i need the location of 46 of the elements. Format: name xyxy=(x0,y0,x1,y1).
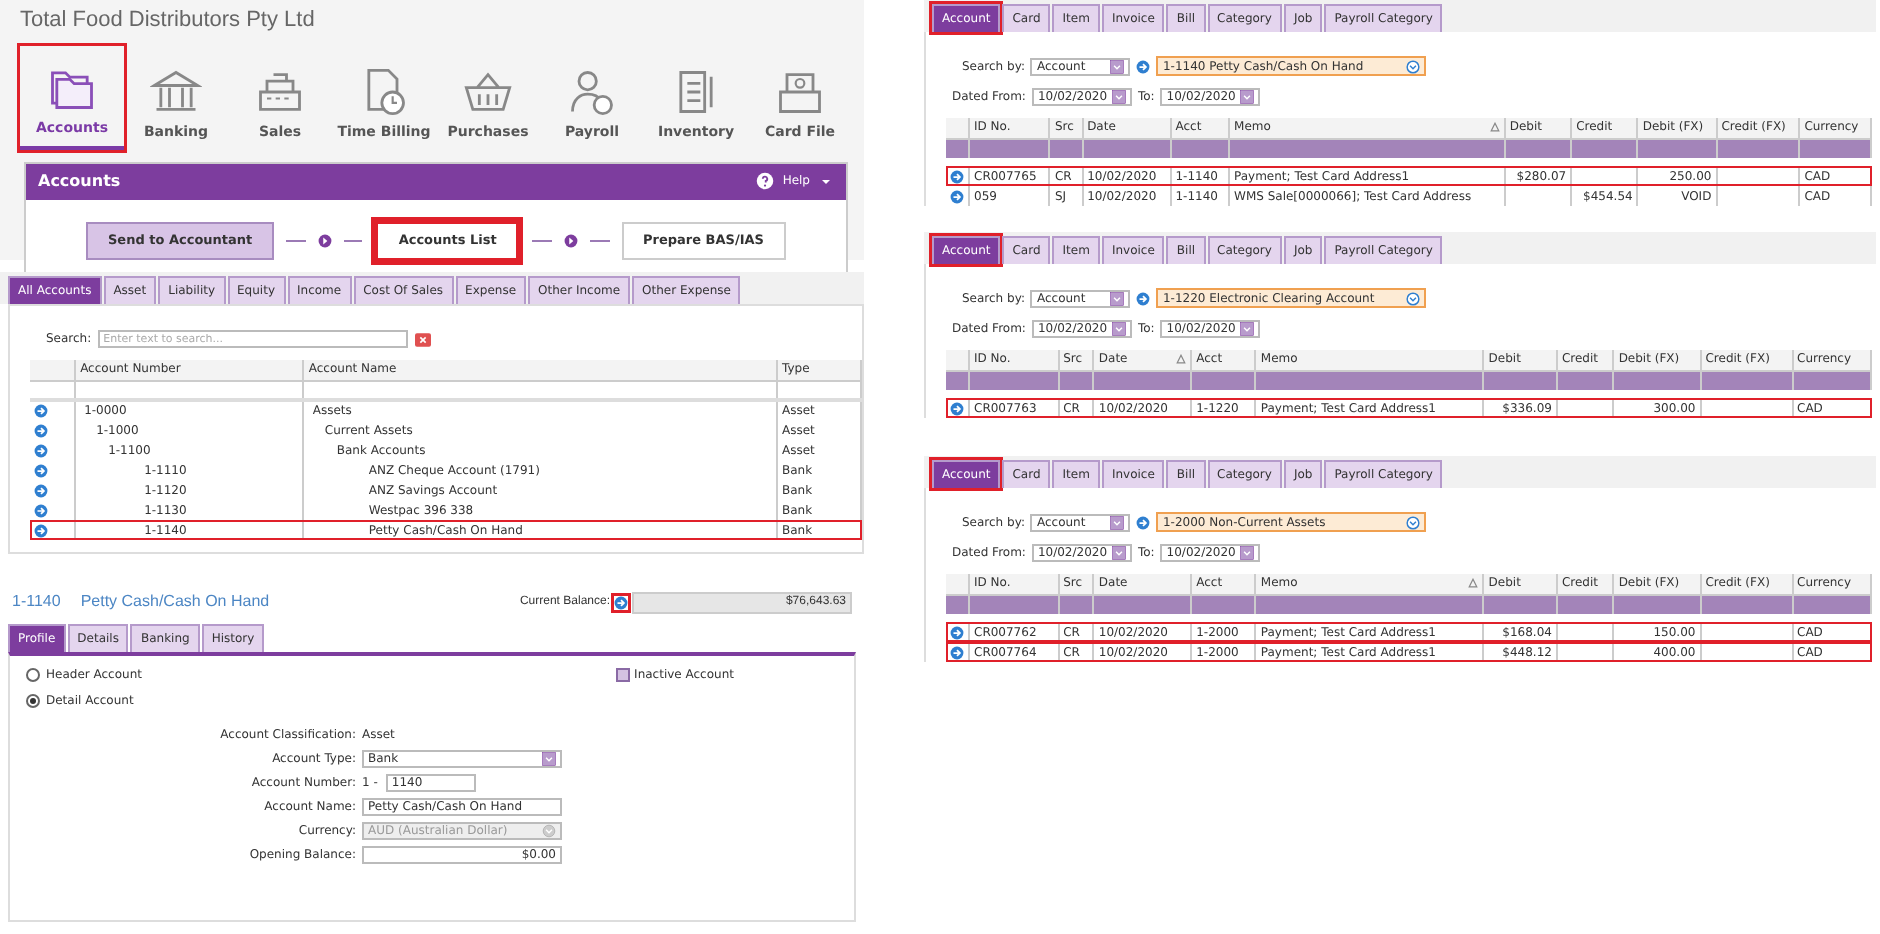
company-name: Total Food Distributors Pty Ltd xyxy=(20,6,317,36)
account-name: Petty Cash/Cash On Hand xyxy=(80,590,272,614)
dropdown-icon xyxy=(542,752,556,766)
help-icon xyxy=(756,172,775,190)
dropdown-icon xyxy=(1406,59,1421,73)
arrow-circle-icon xyxy=(34,523,48,537)
dropdown-icon xyxy=(1110,515,1125,529)
checkbox[interactable] xyxy=(616,668,631,682)
radio-button[interactable] xyxy=(26,668,40,682)
arrow-circle-icon xyxy=(34,443,48,457)
dropdown-icon xyxy=(1240,90,1255,104)
sort-icon xyxy=(1176,354,1187,365)
sort-icon xyxy=(1468,578,1479,589)
arrow-circle-icon xyxy=(34,503,48,517)
dropdown-icon xyxy=(1110,59,1125,73)
arrow-circle-icon xyxy=(34,404,48,418)
arrow-circle-icon xyxy=(950,189,964,203)
arrow-circle-icon xyxy=(1136,59,1151,73)
arrow-circle-icon xyxy=(34,463,48,477)
arrow-circle-icon xyxy=(950,625,964,639)
arrow-circle-icon xyxy=(317,233,332,248)
arrow-circle-icon xyxy=(563,233,578,248)
arrow-circle-icon xyxy=(950,645,964,659)
dropdown-icon xyxy=(1406,291,1421,305)
dropdown-icon xyxy=(1111,322,1126,336)
clear-icon xyxy=(413,331,432,347)
dropdown-icon xyxy=(542,824,556,838)
arrow-circle-icon xyxy=(1136,291,1151,305)
dropdown-icon xyxy=(1110,291,1125,305)
radio-button[interactable] xyxy=(26,694,40,708)
dropdown-icon xyxy=(1111,546,1126,560)
dropdown-icon xyxy=(1111,90,1126,104)
arrow-circle-icon xyxy=(950,169,964,183)
arrow-circle-icon xyxy=(34,483,48,497)
arrow-circle-icon xyxy=(34,423,48,437)
account-number: 1-1140 xyxy=(12,590,61,614)
person-coin-icon xyxy=(566,66,618,118)
arrow-circle-icon xyxy=(614,595,628,609)
arrow-circle-icon xyxy=(1136,515,1151,529)
panel-title: Accounts xyxy=(38,169,123,193)
arrow-circle-icon xyxy=(950,401,964,415)
dropdown-icon xyxy=(1240,546,1255,560)
dropdown-icon xyxy=(1240,322,1255,336)
dropdown-icon xyxy=(1406,515,1421,529)
balance-link[interactable] xyxy=(614,595,628,609)
sort-icon xyxy=(1489,122,1500,133)
